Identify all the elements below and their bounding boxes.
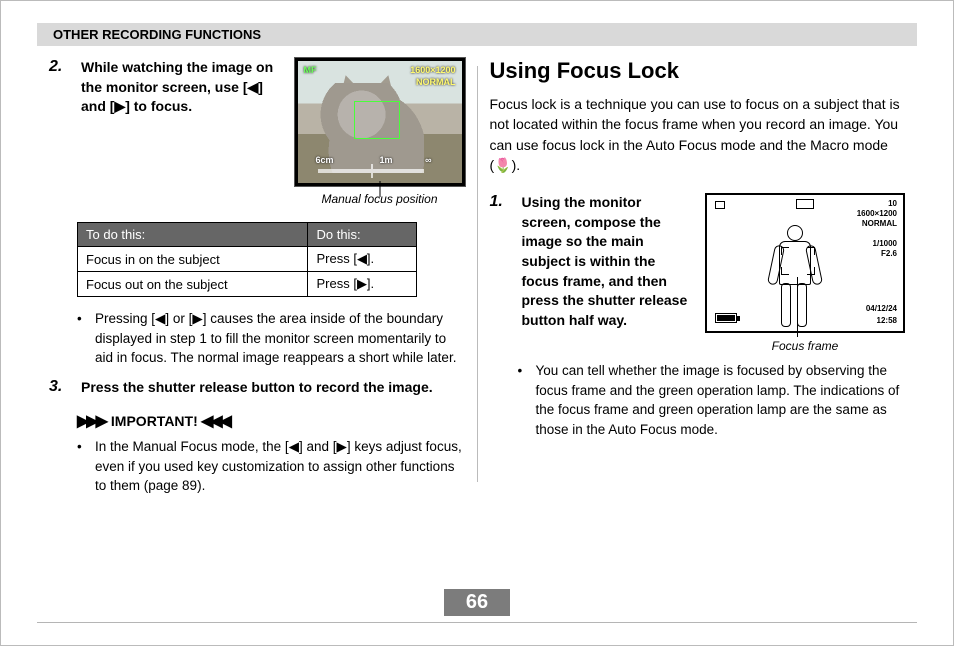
lcd-shutter: 1/1000 [873,239,897,248]
note-bullet: • Pressing [◀] or [▶] causes the area in… [77,309,465,368]
important-text: In the Manual Focus mode, the [◀] and [▶… [95,437,465,496]
page-number: 66 [444,589,510,616]
bullet-dot-icon: • [77,309,87,368]
focus-note-bullet: • You can tell whether the image is focu… [518,361,906,439]
lcd-count: 10 [888,199,897,208]
step-2-number: 2. [49,58,71,117]
step-3-number: 3. [49,378,71,398]
cat-photo: MF 1600×1200 NORMAL 6cm 1m ∞ [295,58,465,186]
osd-mf: MF [304,65,317,75]
step-3-text: Press the shutter release button to reco… [81,378,433,398]
important-heading: ▶▶▶ IMPORTANT! ▶▶▶ [77,411,465,431]
note-text: Pressing [◀] or [▶] causes the area insi… [95,309,465,368]
focus-lock-intro: Focus lock is a technique you can use to… [490,94,906,175]
focus-note-text: You can tell whether the image is focuse… [536,361,906,439]
table-row: Focus in on the subject Press [◀]. [78,247,417,272]
table-cell: Press [▶]. [308,272,417,297]
step-1-text: Using the monitor screen, compose the im… [522,193,692,330]
focus-lock-heading: Using Focus Lock [490,58,906,84]
focus-frame-overlay [354,101,400,139]
lcd-resolution: 1600×1200 [857,209,897,218]
lcd-date: 04/12/24 [866,304,897,313]
pointer-line-icon [379,181,380,197]
osd-quality: NORMAL [416,77,456,87]
lcd-quality: NORMAL [862,219,897,228]
lcd-caption: Focus frame [705,339,905,353]
table-cell: Press [◀]. [308,247,417,272]
bullet-dot-icon: • [518,361,528,439]
table-header: To do this: [78,223,308,247]
table-row: Focus out on the subject Press [▶]. [78,272,417,297]
lcd-time: 12:58 [877,316,897,325]
focus-frame-icon [781,247,815,275]
table-cell: Focus in on the subject [78,247,308,272]
manual-focus-photo-block: MF 1600×1200 NORMAL 6cm 1m ∞ Manual focu… [295,58,465,206]
person-outline-icon [765,225,825,325]
osd-far: 1m [380,155,393,165]
osd-resolution: 1600×1200 [410,65,455,75]
table-header: Do this: [308,223,417,247]
step-1-number: 1. [490,193,512,330]
flash-icon [715,201,725,209]
battery-icon [715,313,737,323]
right-column: Using Focus Lock Focus lock is a techniq… [478,58,918,506]
footer-rule [37,622,917,623]
page-footer: 66 [1,589,953,623]
chevron-right-icon: ▶▶▶ [77,411,105,431]
chevron-left-icon: ▶▶▶ [204,411,232,431]
important-label: IMPORTANT! [111,413,198,429]
focus-bar-icon [318,169,424,173]
manual-page: OTHER RECORDING FUNCTIONS 2. While watch… [0,0,954,646]
table-cell: Focus out on the subject [78,272,308,297]
osd-infinity: ∞ [425,155,431,165]
left-column: 2. While watching the image on the monit… [37,58,477,506]
focus-action-table: To do this: Do this: Focus in on the sub… [77,222,417,297]
pointer-line-icon [797,277,798,337]
step-2-text: While watching the image on the monitor … [81,58,283,117]
lcd-illustration: 10 1600×1200 NORMAL 1/1000 F2.6 04/12/24… [705,193,905,333]
osd-near: 6cm [316,155,334,165]
two-column-layout: 2. While watching the image on the monit… [37,58,917,506]
lcd-illustration-block: 10 1600×1200 NORMAL 1/1000 F2.6 04/12/24… [705,193,905,353]
important-bullet: • In the Manual Focus mode, the [◀] and … [77,437,465,496]
section-header: OTHER RECORDING FUNCTIONS [37,23,917,46]
camera-mode-icon [796,199,814,209]
bullet-dot-icon: • [77,437,87,496]
lcd-fnumber: F2.6 [881,249,897,258]
